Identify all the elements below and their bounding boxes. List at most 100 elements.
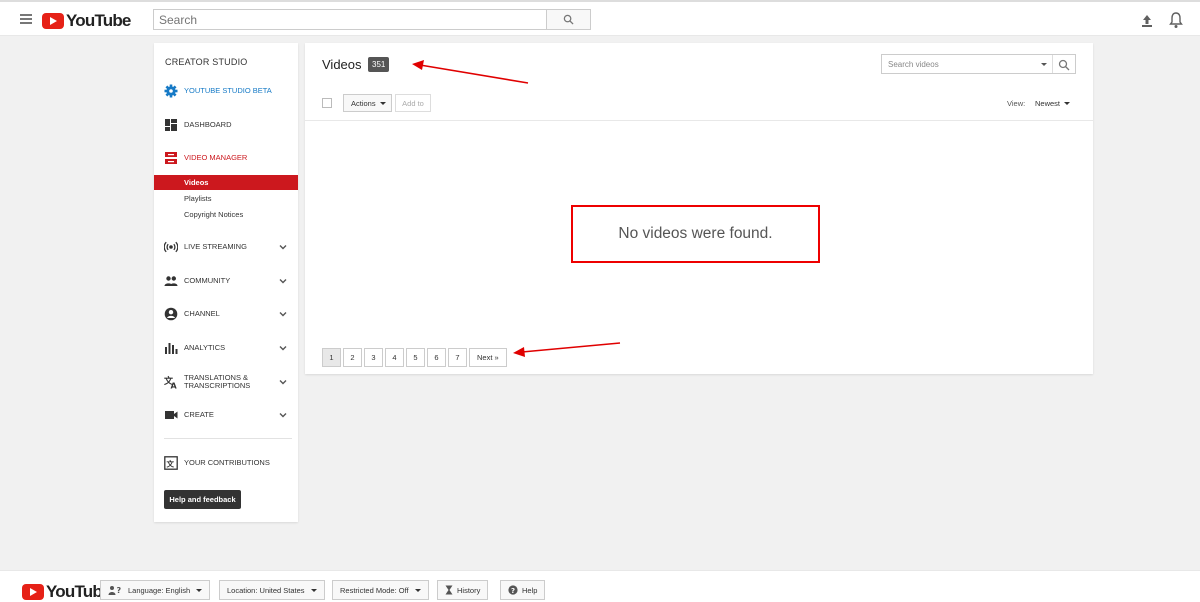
sidebar-item-channel[interactable]: CHANNEL [154, 303, 298, 325]
toolbar-divider [305, 120, 1093, 121]
search-divider [1052, 55, 1053, 73]
svg-text:A: A [171, 382, 178, 390]
svg-text:文: 文 [167, 459, 175, 469]
play-logo-icon [22, 584, 44, 600]
help-and-feedback-button[interactable]: Help and feedback [164, 490, 241, 509]
sidebar-item-label: COMMUNITY [184, 276, 231, 285]
sidebar-item-label: YOUR CONTRIBUTIONS [184, 458, 270, 467]
page-button-2[interactable]: 2 [343, 348, 362, 367]
location-button[interactable]: Location: United States [219, 580, 325, 600]
page-title: Videos [322, 57, 362, 72]
sidebar-item-label: LIVE STREAMING [184, 242, 247, 251]
page-button-4[interactable]: 4 [385, 348, 404, 367]
bell-icon[interactable] [1168, 11, 1184, 29]
help-icon: ? [508, 585, 518, 595]
video-manager-panel: Videos 351 Search videos Actions Add to … [305, 43, 1093, 374]
video-camera-icon [165, 411, 178, 419]
chevron-down-icon [279, 279, 287, 284]
language-label: Language: English [128, 585, 191, 595]
analytics-icon [165, 343, 178, 354]
language-button[interactable]: ? Language: English [100, 580, 211, 600]
caret-down-icon [1064, 102, 1071, 105]
menu-icon[interactable] [20, 14, 32, 24]
chevron-down-icon [279, 380, 287, 385]
dashboard-icon [165, 119, 177, 131]
sidebar-item-community[interactable]: COMMUNITY [154, 270, 298, 292]
translate-icon: 文A [164, 375, 178, 389]
creator-studio-sidebar: CREATOR STUDIO YOUTUBE STUDIO BETA DASHB… [154, 43, 298, 522]
caret-down-icon [310, 588, 317, 592]
contributions-icon: 文 [164, 456, 178, 470]
sidebar-item-studio-beta[interactable]: YOUTUBE STUDIO BETA [154, 80, 298, 102]
sidebar-item-analytics[interactable]: ANALYTICS [154, 337, 298, 359]
view-sort-value: Newest [1035, 99, 1061, 108]
select-all-checkbox[interactable] [322, 98, 332, 108]
sidebar-item-label: ANALYTICS [184, 343, 226, 352]
actions-button[interactable]: Actions [343, 94, 392, 112]
sidebar-item-label: CREATE [184, 410, 214, 419]
page-button-7[interactable]: 7 [448, 348, 467, 367]
svg-text:?: ? [117, 586, 122, 595]
search-icon[interactable] [1058, 59, 1070, 71]
footer: YouTube ? Language: English Location: Un… [0, 570, 1200, 602]
sidebar-item-live-streaming[interactable]: LIVE STREAMING [154, 236, 298, 258]
hourglass-icon [445, 585, 453, 595]
search-input[interactable] [153, 9, 547, 30]
play-logo-icon [42, 13, 64, 29]
caret-down-icon[interactable] [1041, 63, 1047, 66]
sidebar-item-video-manager[interactable]: VIDEO MANAGER [154, 147, 298, 169]
page-button-6[interactable]: 6 [427, 348, 446, 367]
svg-text:?: ? [511, 587, 515, 595]
add-to-button[interactable]: Add to [395, 94, 431, 112]
view-sort-select[interactable]: Newest [1035, 99, 1071, 108]
sidebar-item-label: DASHBOARD [184, 120, 232, 129]
footer-youtube-logo[interactable]: YouTube [22, 582, 111, 602]
sidebar-item-label: VIDEO MANAGER [184, 153, 248, 162]
language-icon: ? [108, 586, 122, 595]
page-button-5[interactable]: 5 [406, 348, 425, 367]
restricted-mode-button[interactable]: Restricted Mode: Off [332, 580, 429, 600]
sidebar-item-dashboard[interactable]: DASHBOARD [154, 114, 298, 136]
chevron-down-icon [279, 346, 287, 351]
video-count-badge: 351 [368, 57, 390, 72]
chevron-down-icon [279, 312, 287, 317]
empty-state-message: No videos were found. [571, 205, 820, 263]
chevron-down-icon [279, 245, 287, 250]
sidebar-item-translations[interactable]: 文A TRANSLATIONS & TRANSCRIPTIONS [154, 371, 298, 393]
view-label: View: [1007, 99, 1026, 108]
community-icon [164, 276, 178, 286]
sidebar-item-label: TRANSLATIONS & TRANSCRIPTIONS [184, 373, 251, 390]
next-page-button[interactable]: Next » [469, 348, 507, 367]
sidebar-item-create[interactable]: CREATE [154, 404, 298, 426]
live-streaming-icon [164, 241, 178, 253]
help-button[interactable]: ? Help [500, 580, 546, 600]
chevron-down-icon [279, 413, 287, 418]
sidebar-title: CREATOR STUDIO [165, 57, 248, 67]
logo-text: YouTube [66, 11, 131, 30]
pagination: 1 2 3 4 5 6 7 Next » [322, 348, 509, 367]
sidebar-item-your-contributions[interactable]: 文 YOUR CONTRIBUTIONS [154, 452, 298, 474]
youtube-logo[interactable]: YouTube [42, 11, 131, 31]
caret-down-icon [414, 588, 421, 592]
page-button-3[interactable]: 3 [364, 348, 383, 367]
search-button[interactable] [546, 9, 591, 30]
page-button-1[interactable]: 1 [322, 348, 341, 367]
restricted-mode-label: Restricted Mode: Off [340, 585, 409, 595]
search-videos-field[interactable]: Search videos [881, 54, 1076, 74]
sidebar-subitem-playlists[interactable]: Playlists [154, 191, 298, 206]
sidebar-item-label: CHANNEL [184, 309, 220, 318]
gear-icon [164, 84, 178, 98]
upload-icon[interactable] [1140, 12, 1154, 28]
sidebar-item-label: YOUTUBE STUDIO BETA [184, 86, 272, 95]
caret-down-icon [379, 101, 386, 105]
actions-label: Actions [351, 98, 376, 108]
sidebar-subitem-videos[interactable]: Videos [154, 175, 298, 190]
location-label: Location: United States [227, 585, 305, 595]
video-manager-icon [165, 152, 177, 164]
account-icon [164, 307, 178, 321]
search-videos-placeholder: Search videos [888, 60, 939, 69]
sidebar-divider [164, 438, 292, 439]
search-icon [563, 14, 574, 25]
sidebar-subitem-copyright-notices[interactable]: Copyright Notices [154, 207, 298, 222]
history-button[interactable]: History [437, 580, 489, 600]
